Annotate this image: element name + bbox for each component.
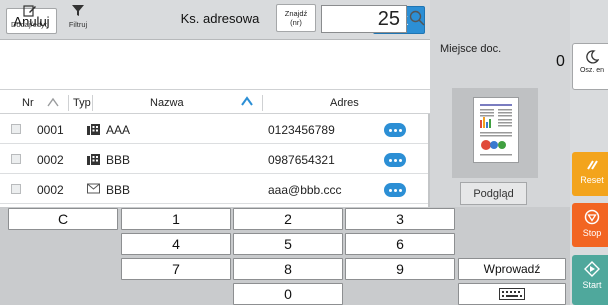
start-label: Start: [582, 280, 602, 290]
table-row[interactable]: 0002 BBB 0987654321: [0, 145, 430, 174]
row-number: 0001: [37, 123, 64, 137]
more-details-button[interactable]: [384, 123, 406, 137]
column-typ: Typ: [73, 97, 91, 109]
column-header: Nr Typ Nazwa Adres: [0, 92, 430, 114]
energy-saver-label: Osz. en: [579, 67, 605, 74]
filter-label: Filtruj: [68, 20, 88, 29]
row-address: 0987654321: [268, 153, 335, 167]
scrollbar[interactable]: [428, 114, 430, 207]
group-icon: [87, 124, 100, 135]
key-4[interactable]: 4: [121, 233, 231, 255]
table-row[interactable]: 0001 AAA 0123456789: [0, 115, 430, 144]
document-thumbnail: [473, 97, 519, 163]
row-address: 0123456789: [268, 123, 335, 137]
find-label-line2: (nr): [290, 18, 302, 27]
originals-title: Miejsce doc.: [440, 43, 502, 55]
row-checkbox[interactable]: [11, 124, 21, 134]
row-checkbox[interactable]: [11, 154, 21, 164]
row-name: BBB: [106, 183, 131, 197]
row-name: BBB: [106, 153, 131, 167]
key-8[interactable]: 8: [233, 258, 343, 280]
preview-button[interactable]: Podgląd: [460, 182, 527, 205]
energy-saver-button[interactable]: Osz. en: [572, 43, 608, 90]
edit-icon: [23, 5, 36, 17]
toolbar: [0, 40, 430, 90]
sort-ascending-icon[interactable]: [240, 95, 254, 107]
column-divider: [262, 95, 263, 111]
reset-icon: [587, 160, 598, 170]
key-6[interactable]: 6: [345, 233, 455, 255]
column-divider: [92, 95, 93, 111]
column-divider: [68, 95, 69, 111]
column-nr[interactable]: Nr: [22, 97, 34, 109]
sort-up-icon[interactable]: [46, 96, 60, 108]
find-label-line1: Znajdź: [284, 9, 308, 18]
key-5[interactable]: 5: [233, 233, 343, 255]
moon-icon: [586, 50, 599, 64]
keyboard-button[interactable]: [458, 283, 566, 305]
reset-button[interactable]: Reset: [572, 152, 608, 196]
reset-label: Reset: [580, 175, 604, 185]
start-icon: [584, 261, 600, 277]
column-nazwa[interactable]: Nazwa: [150, 97, 184, 109]
originals-count: 0: [556, 53, 565, 70]
row-checkbox[interactable]: [11, 184, 21, 194]
clear-key[interactable]: C: [8, 208, 118, 230]
stop-icon: [584, 209, 600, 225]
key-0[interactable]: 0: [233, 283, 343, 305]
group-icon: [87, 154, 100, 165]
number-field[interactable]: 25: [321, 5, 407, 33]
more-details-button[interactable]: [384, 183, 406, 197]
row-number: 0002: [37, 183, 64, 197]
add-edit-button[interactable]: Dodaj/edyt.: [4, 4, 56, 29]
filter-button[interactable]: Filtruj: [66, 4, 90, 29]
key-1[interactable]: 1: [121, 208, 231, 230]
more-details-button[interactable]: [384, 153, 406, 167]
search-icon[interactable]: [409, 10, 425, 26]
stop-button[interactable]: Stop: [572, 203, 608, 247]
column-adres: Adres: [330, 97, 359, 109]
row-number: 0002: [37, 153, 64, 167]
stop-label: Stop: [582, 228, 602, 238]
table-row[interactable]: 0002 BBB aaa@bbb.ccc: [0, 175, 430, 204]
key-7[interactable]: 7: [121, 258, 231, 280]
key-3[interactable]: 3: [345, 208, 455, 230]
filter-icon: [72, 5, 84, 16]
find-by-number-button[interactable]: Znajdź (nr): [276, 4, 316, 32]
keyboard-icon: [499, 288, 525, 300]
row-name: AAA: [106, 123, 131, 137]
key-2[interactable]: 2: [233, 208, 343, 230]
key-9[interactable]: 9: [345, 258, 455, 280]
page-title: Ks. adresowa: [180, 11, 260, 26]
row-address: aaa@bbb.ccc: [268, 183, 342, 197]
start-button[interactable]: Start: [572, 255, 608, 305]
enter-button[interactable]: Wprowadź: [458, 258, 566, 280]
mail-icon: [87, 183, 100, 194]
add-edit-label: Dodaj/edyt.: [11, 20, 49, 29]
